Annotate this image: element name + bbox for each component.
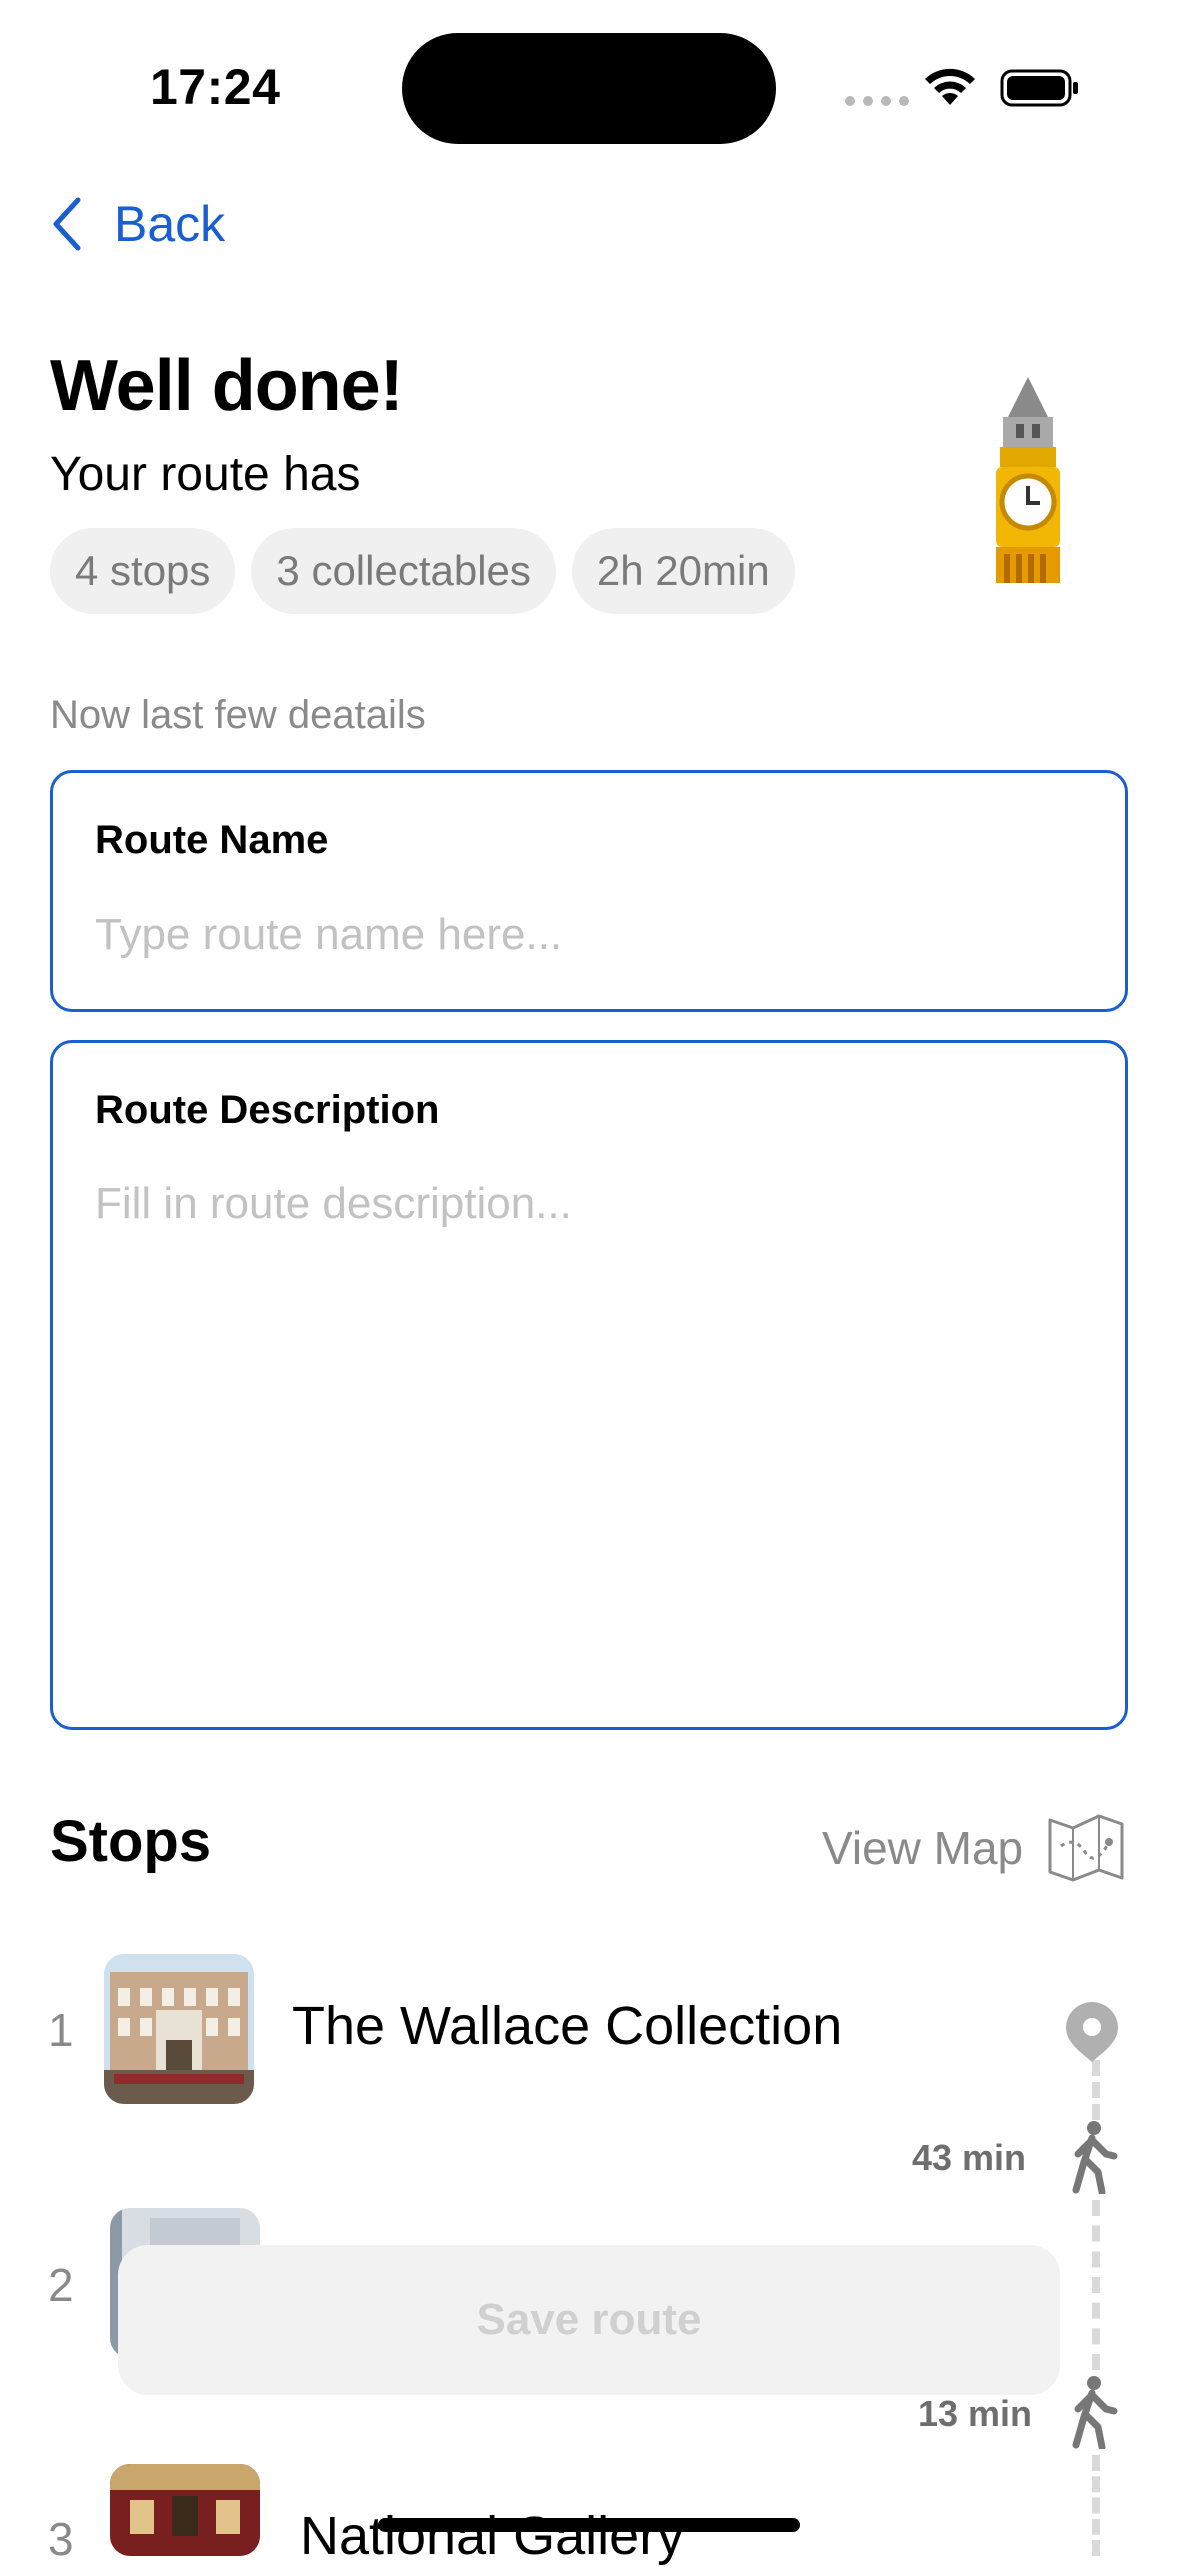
view-map-label: View Map [822,1822,1024,1874]
view-map-button[interactable]: View Map [822,1812,1125,1884]
stop-number: 2 [48,2259,74,2311]
chevron-left-icon [53,197,81,251]
walk-duration: 43 min [912,2137,1027,2178]
clock-tower-icon [996,377,1060,583]
timeline-connector [1092,2060,1108,2120]
status-time: 17:24 [150,59,281,115]
route-summary-chips: 4 stops 3 collectables 2h 20min [50,528,795,614]
route-description-label: Route Description [95,1088,440,1132]
home-indicator[interactable] [378,2518,800,2532]
stop-number: 3 [48,2513,74,2565]
save-route-button[interactable]: Save route [118,2245,1060,2395]
timeline-connector [1092,2200,1108,2370]
wifi-icon [925,68,975,105]
back-button[interactable]: Back [50,195,225,253]
route-description-input[interactable]: Fill in route description... [95,1179,572,1229]
walk-duration: 13 min [918,2393,1033,2434]
walking-person-icon [1072,2376,1118,2449]
duration-chip: 2h 20min [571,528,795,614]
map-icon [1048,1814,1124,1882]
timeline-connector [1092,2455,1108,2556]
route-description-field[interactable]: Route Description Fill in route descript… [50,1040,1128,1730]
route-name-field[interactable]: Route Name Type route name here... [50,770,1128,1012]
cellular-signal-icon [845,96,909,106]
collectables-count-chip: 3 collectables [251,528,556,614]
stop-number: 1 [48,2004,74,2056]
details-note: Now last few deatails [50,693,426,737]
location-pin-icon [1066,2002,1118,2062]
page-subtitle: Your route has [50,448,361,501]
route-name-input[interactable]: Type route name here... [95,910,562,960]
battery-icon [1000,69,1078,107]
route-name-label: Route Name [95,818,329,862]
stop-thumbnail[interactable] [110,2464,260,2556]
back-label: Back [114,196,226,252]
stops-count-chip: 4 stops [50,528,236,614]
stop-name: National Gallery [300,2506,685,2566]
stop-name: The Wallace Collection [292,1996,843,2056]
page-title: Well done! [50,346,404,426]
dynamic-island [402,33,776,144]
walking-person-icon [1072,2121,1118,2194]
stops-heading: Stops [50,1809,212,1874]
stop-thumbnail[interactable] [104,1954,254,2104]
